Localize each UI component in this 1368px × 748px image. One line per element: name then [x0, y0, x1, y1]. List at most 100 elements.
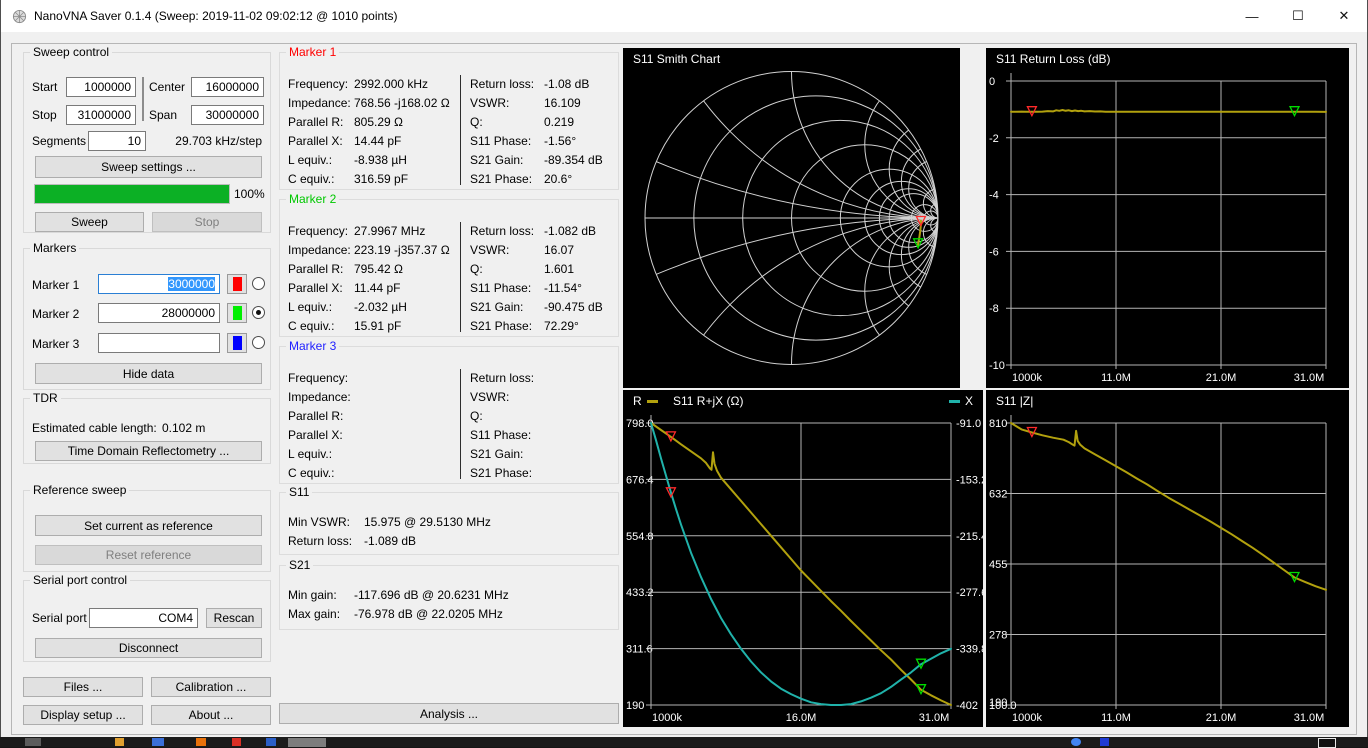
disconnect-button[interactable]: Disconnect	[35, 638, 262, 658]
tdr-button[interactable]: Time Domain Reflectometry ...	[35, 441, 262, 461]
svg-text:21.0M: 21.0M	[1206, 712, 1237, 724]
calibration-button[interactable]: Calibration ...	[151, 677, 271, 697]
taskbar-app-icon[interactable]	[152, 738, 164, 746]
center-value: 16000000	[206, 80, 259, 94]
rescan-button[interactable]: Rescan	[206, 608, 262, 628]
serial-port-input[interactable]: COM4	[89, 608, 198, 628]
taskbar-start-icon[interactable]	[25, 738, 41, 746]
sweep-divider	[142, 77, 144, 121]
hide-data-button[interactable]: Hide data	[35, 363, 262, 384]
minimize-icon[interactable]: —	[1229, 0, 1275, 32]
svg-text:455: 455	[989, 559, 1007, 571]
window-title: NanoVNA Saver 0.1.4 (Sweep: 2019-11-02 0…	[34, 9, 398, 23]
marker1-radio[interactable]	[252, 277, 265, 290]
max-gain-label: Max gain:	[288, 605, 354, 624]
r-plus-jx-chart-canvas[interactable]: 798.0676.4554.8433.2311.6190-91.0-153.2-…	[623, 390, 983, 727]
about-button[interactable]: About ...	[151, 705, 271, 725]
start-input[interactable]: 1000000	[66, 77, 136, 97]
cable-length-value: 0.102 m	[162, 421, 205, 435]
taskbar-app-icon[interactable]	[232, 738, 241, 746]
svg-text:31.0M: 31.0M	[919, 712, 950, 724]
min-vswr-value: 15.975 @ 29.5130 MHz	[364, 513, 491, 532]
marker1-right-column: Return loss:-1.08 dB VSWR:16.109 Q:0.219…	[470, 75, 616, 189]
marker3-data-box: Marker 3 Frequency: Impedance: Parallel …	[279, 346, 619, 484]
span-value: 30000000	[206, 108, 259, 122]
field-value: 11.44 pF	[354, 279, 400, 298]
field-value: 14.44 pF	[354, 132, 401, 151]
tdr-group-title: TDR	[30, 391, 61, 405]
s21-summary-rows: Min gain:-117.696 dB @ 20.6231 MHz Max g…	[288, 586, 608, 624]
return-loss-chart-panel: 0-2-4-6-8-101000k11.0M21.0M31.0M S11 Ret…	[986, 48, 1349, 388]
field-label: VSWR:	[470, 241, 544, 260]
svg-text:190: 190	[626, 700, 644, 712]
svg-text:11.0M: 11.0M	[1101, 712, 1131, 724]
sweep-control-title: Sweep control	[30, 45, 112, 59]
taskbar-active-app[interactable]	[288, 738, 326, 747]
taskbar-app-icon[interactable]	[266, 738, 276, 746]
marker3-color-button[interactable]	[227, 333, 247, 353]
stop-input[interactable]: 31000000	[66, 105, 136, 125]
marker1-color-button[interactable]	[227, 274, 247, 294]
display-setup-button[interactable]: Display setup ...	[23, 705, 143, 725]
serial-port-value: COM4	[158, 611, 193, 625]
r-legend-label: R	[633, 394, 642, 408]
taskbar	[0, 737, 1368, 747]
marker1-input[interactable]: 3000000	[98, 274, 220, 294]
taskbar-app-icon[interactable]	[115, 738, 124, 746]
svg-text:632: 632	[989, 489, 1007, 501]
svg-text:1000k: 1000k	[652, 712, 682, 724]
return-loss-chart-canvas[interactable]: 0-2-4-6-8-101000k11.0M21.0M31.0M	[986, 48, 1349, 388]
stop-value: 31000000	[78, 108, 131, 122]
sweep-button[interactable]: Sweep	[35, 212, 144, 232]
taskbar-app-icon[interactable]	[196, 738, 206, 746]
center-input[interactable]: 16000000	[191, 77, 264, 97]
field-label: L equiv.:	[288, 445, 354, 464]
smith-chart-canvas[interactable]	[623, 48, 960, 388]
svg-text:-4: -4	[989, 190, 999, 202]
marker2-color-swatch	[233, 306, 242, 320]
sweep-settings-button[interactable]: Sweep settings ...	[35, 156, 262, 178]
min-gain-value: -117.696 dB @ 20.6231 MHz	[354, 586, 509, 605]
z-magnitude-chart-canvas[interactable]: 810632455278100.01901000k11.0M21.0M31.0M	[986, 390, 1349, 727]
marker1-left-column: Frequency:2992.000 kHz Impedance:768.56 …	[288, 75, 458, 189]
taskbar-tray-icon[interactable]	[1071, 738, 1081, 746]
marker2-input[interactable]: 28000000	[98, 303, 220, 323]
reference-sweep-group: Reference sweep Set current as reference…	[23, 490, 271, 572]
maximize-icon[interactable]: ☐	[1275, 0, 1321, 32]
svg-text:-339.8: -339.8	[956, 644, 983, 656]
serial-port-group: Serial port control Serial port COM4 Res…	[23, 580, 271, 662]
field-label: S21 Phase:	[470, 464, 544, 483]
sweep-progress-fill	[35, 185, 229, 203]
marker2-color-button[interactable]	[227, 303, 247, 323]
svg-text:11.0M: 11.0M	[1101, 372, 1131, 384]
marker3-radio[interactable]	[252, 336, 265, 349]
set-reference-button[interactable]: Set current as reference	[35, 515, 262, 536]
field-label: Parallel R:	[288, 113, 354, 132]
field-label: S11 Phase:	[470, 279, 544, 298]
field-label: S11 Phase:	[470, 426, 544, 445]
segments-value: 10	[128, 134, 141, 148]
app-icon	[12, 9, 27, 24]
smith-chart-panel: S11 Smith Chart	[623, 48, 960, 388]
field-value: 223.19 -j357.37 Ω	[354, 241, 450, 260]
files-button[interactable]: Files ...	[23, 677, 143, 697]
field-value: 2992.000 kHz	[354, 75, 428, 94]
stop-label: Stop	[32, 108, 57, 122]
marker2-radio[interactable]	[252, 306, 265, 319]
field-value: 16.07	[544, 241, 574, 260]
analysis-button[interactable]: Analysis ...	[279, 703, 619, 724]
marker3-column-divider	[460, 369, 461, 479]
reset-reference-button[interactable]: Reset reference	[35, 545, 262, 565]
field-label: VSWR:	[470, 388, 544, 407]
span-input[interactable]: 30000000	[191, 105, 264, 125]
svg-text:0: 0	[989, 76, 995, 88]
marker3-input[interactable]	[98, 333, 220, 353]
field-value: 16.109	[544, 94, 581, 113]
close-icon[interactable]: ✕	[1321, 0, 1367, 32]
stop-button[interactable]: Stop	[152, 212, 262, 232]
taskbar-tray-icon[interactable]	[1100, 738, 1109, 746]
segments-input[interactable]: 10	[88, 131, 146, 151]
field-label: Q:	[470, 260, 544, 279]
field-label: Return loss:	[470, 369, 544, 388]
reference-sweep-title: Reference sweep	[30, 483, 129, 497]
